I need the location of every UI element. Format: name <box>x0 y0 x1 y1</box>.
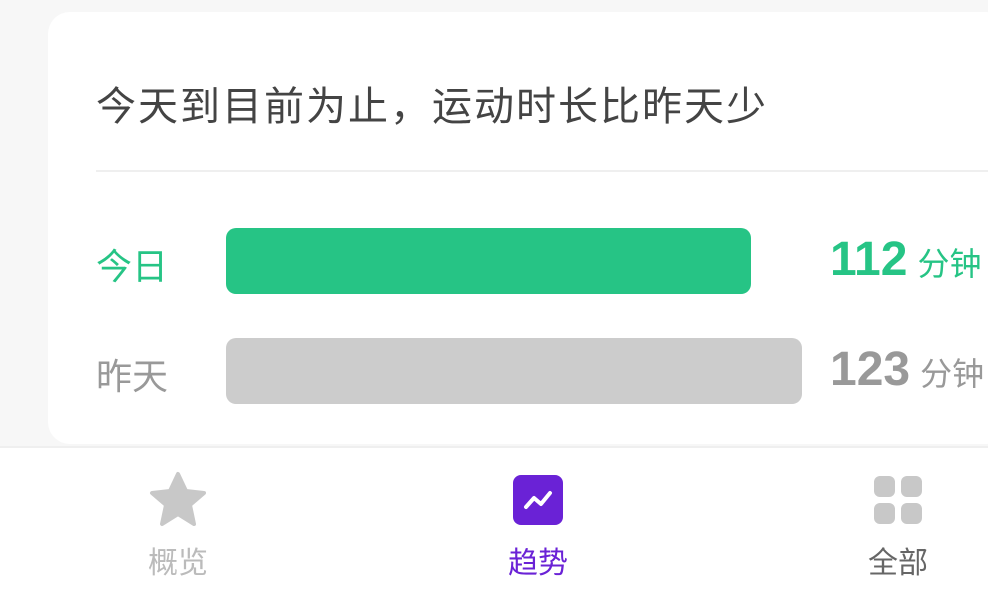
comparison-headline: 今天到目前为止，运动时长比昨天少 <box>96 84 768 130</box>
yesterday-value: 123 分钟 <box>830 342 984 397</box>
today-duration-bar <box>226 228 751 294</box>
tab-trends[interactable]: 趋势 <box>438 448 638 598</box>
today-unit: 分钟 <box>917 245 982 283</box>
yesterday-label: 昨天 <box>96 357 169 398</box>
bottom-tab-bar: 概览 趋势 全部 <box>0 446 988 598</box>
today-label: 今日 <box>96 247 169 288</box>
activity-comparison-card: 今天到目前为止，运动时长比昨天少 今日 112 分钟 昨天 123 分钟 <box>48 12 988 444</box>
divider <box>96 170 988 172</box>
today-minutes: 112 <box>830 233 908 286</box>
tab-trends-label: 趋势 <box>508 546 568 581</box>
tab-overview-label: 概览 <box>148 546 208 581</box>
yesterday-duration-bar <box>226 338 802 404</box>
tab-all[interactable]: 全部 <box>798 448 988 598</box>
grid-icon <box>868 470 928 530</box>
yesterday-unit: 分钟 <box>920 355 985 393</box>
star-icon <box>148 470 208 530</box>
yesterday-minutes: 123 <box>830 343 911 396</box>
today-value: 112 分钟 <box>830 232 981 287</box>
tab-overview[interactable]: 概览 <box>78 448 278 598</box>
trend-icon <box>508 470 568 530</box>
tab-all-label: 全部 <box>868 546 928 581</box>
